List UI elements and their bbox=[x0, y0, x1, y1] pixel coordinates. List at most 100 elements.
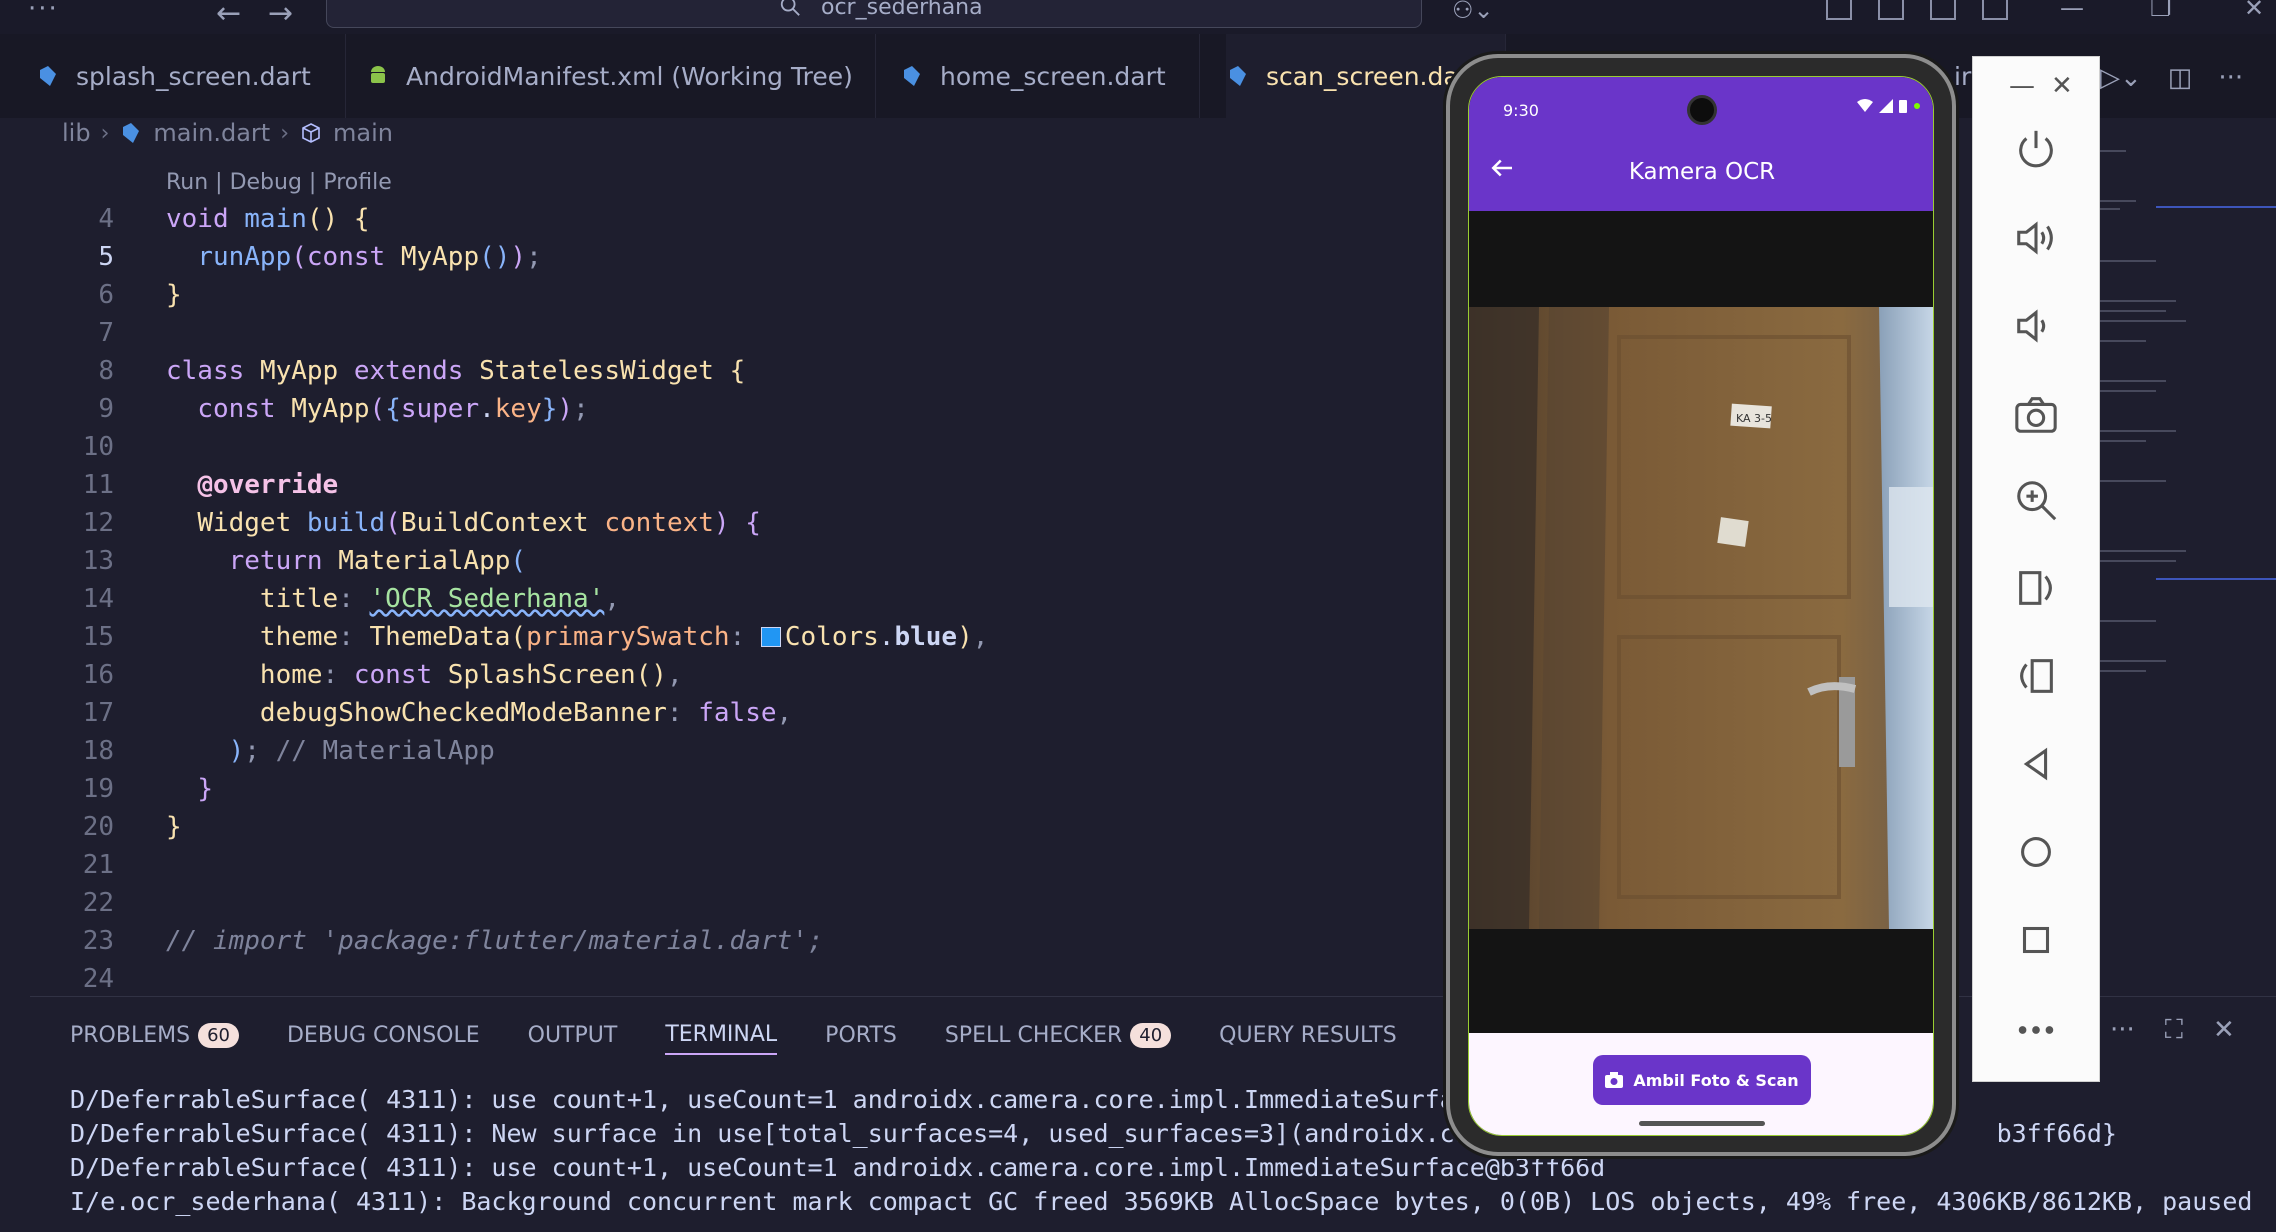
breadcrumb-file[interactable]: main.dart bbox=[153, 119, 270, 147]
more-actions-icon[interactable]: ··· bbox=[2110, 1015, 2135, 1046]
wifi-icon bbox=[1857, 99, 1873, 112]
tab-label: home_screen.dart bbox=[940, 61, 1166, 91]
take-photo-scan-button[interactable]: Ambil Foto & Scan bbox=[1593, 1055, 1811, 1105]
toggle-sidebar-icon[interactable] bbox=[1878, 0, 1904, 20]
tab-label: PORTS bbox=[825, 1022, 897, 1048]
terminal-line: D/DeferrableSurface( 4311): use count+1,… bbox=[70, 1153, 1606, 1182]
line-number: 16 bbox=[82, 660, 114, 690]
tab-home-screen[interactable]: home_screen.dart bbox=[900, 34, 1200, 118]
line-number: 4 bbox=[98, 204, 114, 234]
tab-label: splash_screen.dart bbox=[76, 61, 311, 91]
more-actions-icon[interactable]: ··· bbox=[2218, 63, 2243, 93]
maximize-panel-icon[interactable]: ⛶ bbox=[2165, 1015, 2183, 1046]
panel-tabs: PROBLEMS 60 DEBUG CONSOLE OUTPUT TERMINAL… bbox=[70, 1015, 1397, 1055]
breadcrumb-symbol[interactable]: main bbox=[333, 119, 393, 147]
tab-problems[interactable]: PROBLEMS 60 bbox=[70, 1015, 239, 1055]
line-number: 18 bbox=[82, 736, 114, 766]
line-number: 8 bbox=[98, 356, 114, 386]
restore-window-icon[interactable]: ❐ bbox=[2150, 0, 2172, 22]
minimize-emulator-icon[interactable]: — bbox=[2009, 71, 2035, 101]
power-icon[interactable] bbox=[2013, 127, 2059, 173]
tab-splash-screen[interactable]: splash_screen.dart bbox=[36, 34, 346, 118]
tab-ports[interactable]: PORTS bbox=[825, 1015, 897, 1055]
terminal-line: I/e.ocr_sederhana( 4311): Background con… bbox=[70, 1187, 2253, 1216]
close-window-icon[interactable]: ✕ bbox=[2244, 0, 2264, 22]
tab-label: SPELL CHECKER bbox=[944, 1022, 1123, 1048]
nav-back-icon[interactable] bbox=[2013, 741, 2059, 787]
minimize-window-icon[interactable]: — bbox=[2060, 0, 2084, 22]
line-number: 7 bbox=[98, 318, 114, 348]
search-icon bbox=[780, 0, 800, 16]
minimap[interactable] bbox=[2096, 140, 2276, 740]
camera-preview: KA 3-5 bbox=[1469, 307, 1933, 929]
line-number: 12 bbox=[82, 508, 114, 538]
chevron-right-icon: › bbox=[100, 120, 110, 146]
battery-icon bbox=[1899, 100, 1907, 113]
camera-icon bbox=[1605, 1072, 1624, 1088]
scan-button-label: Ambil Foto & Scan bbox=[1633, 1070, 1799, 1090]
menu-more-icon[interactable]: ··· bbox=[28, 0, 59, 24]
tab-terminal[interactable]: TERMINAL bbox=[665, 1015, 778, 1055]
volume-down-icon[interactable] bbox=[2013, 303, 2059, 349]
tab-label: DEBUG CONSOLE bbox=[286, 1022, 480, 1048]
tab-debug-console[interactable]: DEBUG CONSOLE bbox=[287, 1015, 480, 1055]
bottom-action-bar: Ambil Foto & Scan bbox=[1469, 1033, 1933, 1135]
more-options-icon[interactable] bbox=[2013, 1007, 2059, 1053]
line-number: 23 bbox=[82, 926, 114, 956]
line-number: 17 bbox=[82, 698, 114, 728]
search-text: ocr_sederhana bbox=[821, 0, 983, 20]
tab-label: ir bbox=[1954, 61, 1972, 91]
phone-screen[interactable]: 9:30 Kamera OCR KA 3-5 Ambil Foto & Scan bbox=[1468, 76, 1934, 1136]
dart-file-icon bbox=[40, 66, 56, 86]
status-bar: 9:30 bbox=[1469, 77, 1933, 137]
tab-label: OUTPUT bbox=[527, 1022, 618, 1048]
toggle-secondary-sidebar-icon[interactable] bbox=[1982, 0, 2008, 20]
line-number: 10 bbox=[82, 432, 114, 462]
status-time: 9:30 bbox=[1503, 101, 1539, 120]
rotate-left-icon[interactable] bbox=[2013, 565, 2059, 611]
layout-customize-icon[interactable] bbox=[1826, 0, 1852, 20]
app-bar: Kamera OCR bbox=[1469, 137, 1933, 211]
tab-query-results[interactable]: QUERY RESULTS bbox=[1219, 1015, 1397, 1055]
signal-icon bbox=[1879, 99, 1893, 113]
tab-output[interactable]: OUTPUT bbox=[528, 1015, 618, 1055]
line-number: 6 bbox=[98, 280, 114, 310]
code-editor[interactable]: Run | Debug | Profile 4 void main() { 5 r… bbox=[0, 160, 1446, 996]
screenshot-camera-icon[interactable] bbox=[2013, 391, 2059, 437]
zoom-icon[interactable] bbox=[2013, 477, 2059, 523]
status-icons bbox=[1857, 99, 1921, 113]
toggle-panel-icon[interactable] bbox=[1930, 0, 1956, 20]
line-number: 22 bbox=[82, 888, 114, 918]
command-center-search[interactable]: ocr_sederhana bbox=[326, 0, 1422, 28]
rotate-right-icon[interactable] bbox=[2013, 653, 2059, 699]
close-emulator-icon[interactable]: ✕ bbox=[2051, 71, 2073, 101]
code-comment: // import 'package:flutter/material.dart… bbox=[166, 926, 824, 956]
breadcrumb-folder[interactable]: lib bbox=[62, 119, 91, 147]
nav-home-icon[interactable] bbox=[2013, 829, 2059, 875]
codelens-run-debug-profile[interactable]: Run | Debug | Profile bbox=[166, 170, 392, 195]
nav-overview-icon[interactable] bbox=[2013, 917, 2059, 963]
tab-label: TERMINAL bbox=[665, 1021, 778, 1047]
close-panel-icon[interactable]: ✕ bbox=[2213, 1015, 2235, 1046]
tab-android-manifest[interactable]: AndroidManifest.xml (Working Tree) bbox=[366, 34, 876, 118]
run-debug-icon[interactable]: ▷⌄ bbox=[2100, 63, 2142, 93]
android-emulator: 9:30 Kamera OCR KA 3-5 Ambil Foto & Scan bbox=[1446, 54, 1956, 1156]
gesture-nav-handle[interactable] bbox=[1639, 1121, 1765, 1126]
method-cube-icon bbox=[302, 123, 320, 143]
notification-dot-icon bbox=[1914, 103, 1920, 109]
color-swatch[interactable] bbox=[760, 627, 781, 647]
panel-actions: ··· ⛶ ✕ bbox=[2110, 1015, 2235, 1046]
split-editor-icon[interactable]: ◫ bbox=[2168, 63, 2193, 93]
breadcrumb: lib › main.dart › main bbox=[62, 116, 393, 150]
volume-up-icon[interactable] bbox=[2013, 215, 2059, 261]
dart-file-icon bbox=[123, 123, 140, 143]
tab-label: AndroidManifest.xml (Working Tree) bbox=[406, 61, 853, 91]
back-arrow-icon[interactable]: ← bbox=[216, 0, 241, 31]
copilot-icon[interactable]: ⚇⌄ bbox=[1452, 0, 1494, 24]
line-number: 5 bbox=[98, 242, 114, 272]
app-title: Kamera OCR bbox=[1628, 159, 1776, 185]
forward-arrow-icon[interactable]: → bbox=[268, 0, 293, 31]
door-photo: KA 3-5 bbox=[1469, 307, 1933, 929]
tab-spell-checker[interactable]: SPELL CHECKER 40 bbox=[944, 1015, 1172, 1055]
problems-count-badge: 60 bbox=[198, 1022, 239, 1048]
